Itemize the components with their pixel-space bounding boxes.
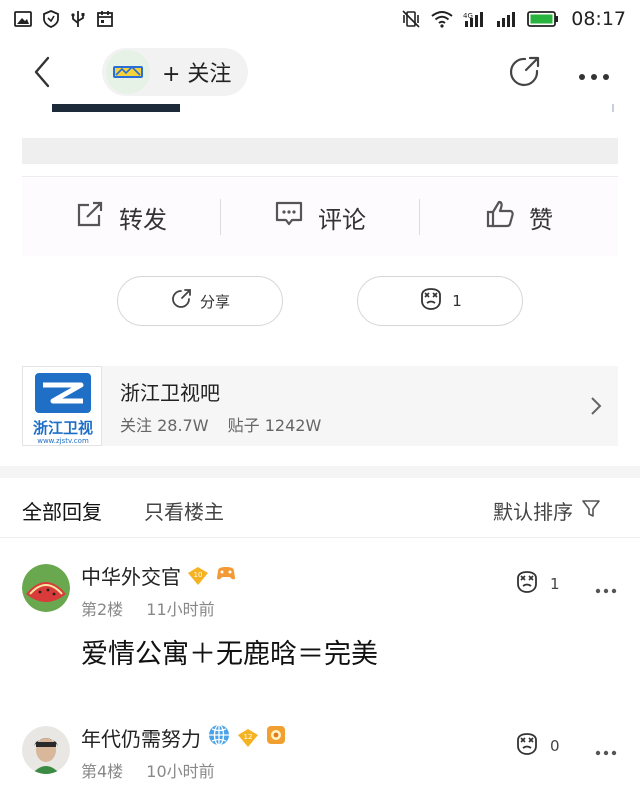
- forum-avatar: [106, 50, 150, 94]
- signal-icon: 4G: [463, 10, 485, 28]
- nav-bar: + 关注: [0, 40, 640, 104]
- image-icon: [14, 10, 32, 28]
- reaction-pill-button[interactable]: 1: [357, 276, 523, 326]
- forum-logo-url: www.zjstv.com: [37, 437, 89, 445]
- usb-icon: [70, 10, 86, 28]
- follow-button[interactable]: + 关注: [102, 48, 248, 96]
- avatar[interactable]: [22, 564, 70, 612]
- svg-text:12: 12: [244, 733, 253, 741]
- sort-button[interactable]: 默认排序: [493, 496, 601, 525]
- repost-label: 转发: [119, 205, 167, 234]
- reply-time: 11小时前: [146, 600, 215, 619]
- vibrate-icon: [401, 9, 421, 29]
- svg-text:10: 10: [194, 571, 203, 579]
- share-pill-button[interactable]: 分享: [117, 276, 283, 326]
- globe-icon: [207, 723, 231, 752]
- wifi-icon: [431, 10, 453, 28]
- forum-stats: 关注 28.7W 贴子 1242W: [120, 412, 335, 436]
- reply-username-row: 年代仍需努力 12: [81, 723, 287, 752]
- reaction-count: 1: [452, 292, 462, 310]
- back-icon[interactable]: [28, 54, 58, 90]
- reply-time: 10小时前: [146, 762, 215, 781]
- section-gap: [0, 466, 640, 478]
- filter-icon: [581, 498, 601, 523]
- share-icon: [170, 288, 192, 314]
- reply-username[interactable]: 年代仍需努力: [81, 723, 201, 752]
- forum-posts: 贴子 1242W: [227, 415, 322, 435]
- comment-button[interactable]: 评论: [221, 199, 419, 235]
- level-badge-icon: 12: [237, 728, 259, 748]
- repost-button[interactable]: 转发: [22, 199, 220, 235]
- reply-tabs: 全部回复 只看楼主 默认排序: [0, 478, 640, 538]
- share-pill-label: 分享: [199, 292, 230, 311]
- reaction-icon: [514, 570, 540, 598]
- like-label: 赞: [529, 205, 553, 234]
- chevron-right-icon: [590, 396, 602, 420]
- forum-info: 浙江卫视吧 关注 28.7W 贴子 1242W: [120, 377, 335, 436]
- battery-icon: [527, 10, 559, 28]
- forum-name: 浙江卫视吧: [120, 380, 220, 405]
- divider: [22, 176, 618, 177]
- reply-content: 爱情公寓＋无鹿晗＝完美: [81, 639, 378, 670]
- post-image[interactable]: [52, 104, 180, 112]
- post-image-edge: [612, 104, 614, 112]
- comment-label: 评论: [318, 205, 366, 234]
- reaction-icon: [418, 287, 444, 315]
- calendar-icon: [96, 10, 114, 28]
- reply-item: 年代仍需努力 12 第4楼 10小时前 0: [0, 702, 640, 797]
- signal-icon: [495, 10, 517, 28]
- post-placeholder-bar: [22, 138, 618, 164]
- avatar[interactable]: [22, 726, 70, 774]
- comment-icon: [274, 199, 304, 235]
- tab-only-op[interactable]: 只看楼主: [144, 496, 224, 525]
- forum-followers: 关注 28.7W: [120, 415, 209, 435]
- more-icon[interactable]: [595, 741, 617, 760]
- level-badge-icon: 10: [187, 566, 209, 586]
- reply-username-row: 中华外交官 10: [81, 561, 237, 590]
- reply-like-button[interactable]: 1: [514, 570, 560, 598]
- reply-like-count: 1: [550, 575, 560, 593]
- forum-logo: 浙江卫视 www.zjstv.com: [22, 366, 102, 446]
- status-bar: 4G 08:17: [0, 0, 640, 38]
- more-icon[interactable]: [578, 66, 610, 85]
- forum-logo-text: 浙江卫视: [33, 419, 93, 437]
- like-button[interactable]: 赞: [420, 199, 618, 235]
- sort-label: 默认排序: [493, 500, 573, 524]
- reply-meta: 第2楼 11小时前: [81, 596, 233, 620]
- medal-icon: [265, 724, 287, 751]
- follow-label: + 关注: [162, 62, 232, 87]
- reply-like-button[interactable]: 0: [514, 732, 560, 760]
- reaction-icon: [514, 732, 540, 760]
- more-icon[interactable]: [595, 579, 617, 598]
- thumbs-up-icon: [485, 199, 515, 235]
- repost-icon: [75, 199, 105, 235]
- game-icon: [215, 563, 237, 588]
- reply-floor: 第4楼: [81, 762, 124, 781]
- tab-all-replies[interactable]: 全部回复: [22, 496, 102, 525]
- reply-like-count: 0: [550, 737, 560, 755]
- reply-meta: 第4楼 10小时前: [81, 758, 233, 782]
- reply-floor: 第2楼: [81, 600, 124, 619]
- status-time: 08:17: [571, 8, 626, 30]
- reply-username[interactable]: 中华外交官: [81, 561, 181, 590]
- shield-icon: [42, 10, 60, 28]
- forum-card[interactable]: 浙江卫视 www.zjstv.com 浙江卫视吧 关注 28.7W 贴子 124…: [22, 366, 618, 446]
- post-actions: 转发 评论 赞: [22, 178, 618, 256]
- share-icon[interactable]: [506, 54, 542, 94]
- reply-item: 中华外交官 10 第2楼 11小时前 1 爱情公寓＋无鹿晗＝完美: [0, 540, 640, 700]
